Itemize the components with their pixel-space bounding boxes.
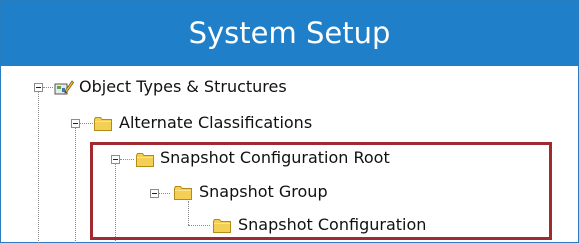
collapse-toggle[interactable] (34, 83, 43, 92)
page-title: System Setup (188, 16, 391, 50)
tree-connector (75, 128, 76, 243)
object-types-icon (54, 80, 74, 95)
folder-icon (94, 117, 112, 131)
system-setup-panel: System Setup Object Types & Structures A… (0, 0, 579, 243)
highlight-box (90, 142, 552, 240)
tree-connector (43, 87, 53, 88)
tree-item-object-types-structures[interactable]: Object Types & Structures (79, 77, 287, 97)
collapse-toggle[interactable] (71, 119, 80, 128)
title-bar: System Setup (1, 1, 578, 66)
tree-connector (38, 92, 39, 243)
tree-view[interactable]: Object Types & Structures Alternate Clas… (1, 67, 578, 243)
tree-item-alternate-classifications[interactable]: Alternate Classifications (119, 113, 312, 133)
tree-connector (80, 123, 93, 124)
